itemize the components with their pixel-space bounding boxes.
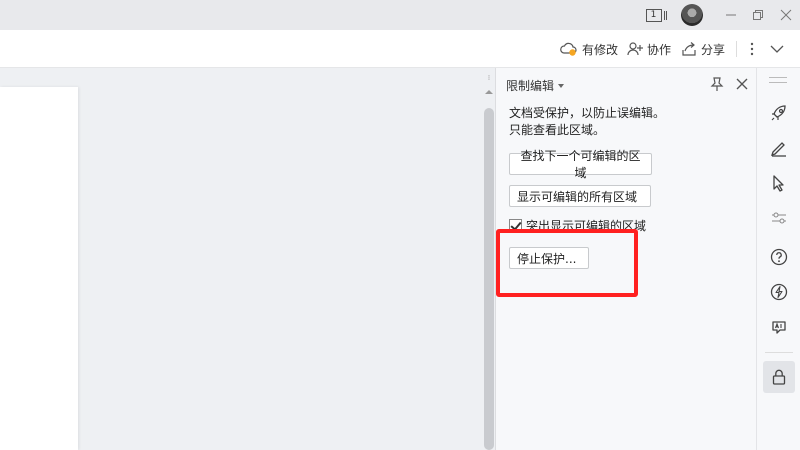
highlight-editable-regions-checkbox-row[interactable]: 突出显示可编辑的区域 [509,217,646,234]
pin-panel-button[interactable] [709,76,725,92]
close-icon [780,9,792,21]
modified-label: 有修改 [582,42,619,57]
description-line: 文档受保护，以防止误编辑。 [509,106,666,120]
document-scrollbar[interactable]: ⁞ [482,68,496,450]
close-panel-button[interactable] [734,76,750,92]
sidebar-grip-icon [769,77,787,83]
pen-icon [770,142,786,157]
sidebar-item-rocket[interactable] [767,101,791,125]
add-user-icon [627,42,643,56]
highlight-label: 突出显示可编辑的区域 [526,219,647,233]
collaborate-label: 协作 [647,42,672,57]
more-options-button[interactable] [746,40,758,58]
right-sidebar [756,68,800,450]
sidebar-divider [765,352,793,353]
more-vertical-icon [750,42,754,56]
restore-icon [753,10,763,20]
sidebar-item-restrict-editing[interactable] [763,361,795,393]
share-button[interactable]: 分享 [681,40,725,58]
share-icon [682,42,696,56]
panel-title-dropdown[interactable]: 限制编辑 [506,77,565,94]
collaborate-button[interactable]: 协作 [627,40,671,58]
cloud-modified-icon [560,42,577,56]
page-indicator-icon [663,10,667,20]
close-window-button[interactable] [777,4,795,26]
page-number: 1 [645,8,662,22]
restrict-editing-panel: 限制编辑 文档受保护，以防止误编辑。 只能查看此区域。 查找下一个可编辑的区域 … [496,68,756,450]
sidebar-item-pen[interactable] [767,136,791,160]
document-toolbar: 有修改 协作 分享 [0,30,800,68]
ai-icon [772,321,786,334]
scroll-thumb[interactable] [484,108,494,450]
show-all-editable-regions-button[interactable]: 显示可编辑的所有区域 [509,185,651,207]
minimize-icon [726,14,736,16]
pin-icon [710,77,724,91]
lock-icon [772,369,786,385]
share-label: 分享 [701,42,726,57]
expand-toolbar-button[interactable] [768,40,786,58]
document-page[interactable] [0,87,78,450]
title-bar: 1 [0,0,800,30]
find-next-editable-region-button[interactable]: 查找下一个可编辑的区域 [509,149,652,180]
cursor-icon [773,175,784,192]
sidebar-item-help[interactable] [767,245,791,269]
highlight-checkbox[interactable] [509,219,522,232]
chevron-down-icon [770,45,784,53]
scroll-up-icon[interactable] [485,90,493,94]
sidebar-item-ai[interactable] [767,315,791,339]
toolbar-divider [736,41,737,57]
close-icon [736,78,748,90]
sidebar-item-select[interactable] [767,171,791,195]
help-icon [770,248,788,266]
sidebar-item-adjust[interactable] [767,206,791,230]
protection-description: 文档受保护，以防止误编辑。 只能查看此区域。 [509,105,665,139]
user-avatar[interactable] [681,4,703,26]
split-handle-icon[interactable]: ⁞ [485,74,493,82]
page-indicator[interactable]: 1 [642,4,670,26]
modified-status-button[interactable]: 有修改 [560,40,618,58]
restore-button[interactable] [749,4,767,26]
document-canvas[interactable] [0,68,482,450]
lightning-icon [770,283,788,301]
caret-down-icon [558,83,565,88]
minimize-button[interactable] [722,4,740,26]
panel-title: 限制编辑 [506,79,555,93]
sidebar-item-quick-action[interactable] [767,280,791,304]
slider-icon [772,212,786,224]
description-line: 只能查看此区域。 [509,123,606,137]
rocket-icon [771,105,786,121]
stop-protection-button[interactable]: 停止保护... [509,247,589,269]
